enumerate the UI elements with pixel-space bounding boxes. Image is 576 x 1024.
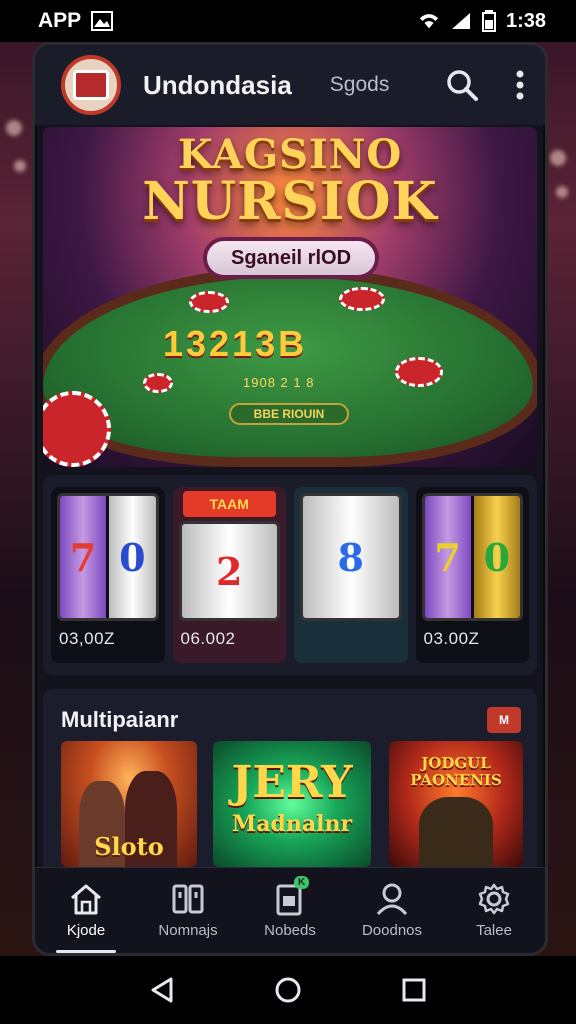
- game-card[interactable]: JERY Madnalnr: [213, 741, 371, 867]
- slot-card[interactable]: 8: [294, 487, 408, 663]
- reel-symbol: 0: [109, 496, 156, 618]
- slot-reels: 2: [178, 521, 280, 621]
- game-card[interactable]: JODGUL PAONENIS: [389, 741, 523, 867]
- slot-reels: 7 0: [421, 493, 523, 621]
- section-badge[interactable]: M: [487, 707, 521, 733]
- profile-icon: [376, 883, 408, 916]
- bokeh-light: [550, 150, 566, 166]
- active-indicator: [56, 950, 116, 953]
- hero-banner[interactable]: KAGSINO NURSIOK Sganeil rlOD 13213B 1908…: [43, 127, 537, 467]
- more-options-icon[interactable]: [515, 69, 525, 101]
- game-card[interactable]: Sloto: [61, 741, 197, 867]
- notification-badge: K: [294, 876, 310, 889]
- bokeh-light: [556, 186, 568, 198]
- slot-reels: 7 0: [57, 493, 159, 621]
- reel-symbol: 0: [473, 496, 520, 618]
- image-icon: [91, 11, 114, 31]
- back-icon[interactable]: [149, 976, 175, 1004]
- phone-frame: Undondasia Sgods KAGSINO NURSIOK Sganeil…: [32, 42, 548, 956]
- chip-icon: [395, 357, 443, 387]
- settings-icon: [478, 883, 510, 915]
- game-subtitle: Madnalnr: [231, 811, 353, 837]
- nav-item-settings[interactable]: Talee: [446, 882, 542, 939]
- chip-icon: [339, 287, 385, 311]
- slot-title: TAAM: [182, 491, 276, 517]
- status-left: APP: [38, 9, 114, 33]
- slot-card[interactable]: 7 0 03.00Z: [415, 487, 529, 663]
- nav-label: Nobeds: [264, 922, 316, 939]
- nav-label: Nomnajs: [158, 922, 218, 939]
- nav-label: Talee: [476, 922, 512, 939]
- nav-label: Doodnos: [361, 922, 423, 939]
- system-navigation-bar: [0, 956, 576, 1024]
- slot-games-row: 7 0 03,00Z TAAM 2 06.002 8 7 0 03.00Z: [43, 475, 537, 675]
- search-icon[interactable]: [445, 68, 479, 102]
- app-header: Undondasia Sgods: [35, 45, 545, 125]
- nav-item-profile[interactable]: Doodnos: [344, 882, 440, 939]
- nav-label: Kjode: [66, 922, 106, 939]
- banner-cta-button[interactable]: Sganeil rlOD: [203, 237, 379, 279]
- wifi-icon: [419, 14, 439, 29]
- reel-symbol: 7: [60, 496, 107, 618]
- home-icon: [71, 884, 101, 915]
- slot-card[interactable]: TAAM 2 06.002: [172, 487, 286, 663]
- header-actions: [445, 68, 525, 102]
- slot-value: 03.00Z: [423, 629, 480, 648]
- nav-item-games[interactable]: Nomnajs: [140, 882, 236, 939]
- bokeh-light: [6, 120, 22, 136]
- home-button-icon[interactable]: [274, 976, 302, 1004]
- character-figure: [419, 797, 493, 867]
- multiplayer-section: Multipaianr M Sloto JERY Madnalnr JODGUL…: [43, 689, 537, 879]
- game-title: Sloto: [94, 832, 164, 861]
- game-title: JODGUL PAONENIS: [410, 754, 502, 789]
- cards-icon: [172, 884, 204, 914]
- reel-symbol: 8: [303, 496, 399, 618]
- slot-value: 06.002: [180, 629, 236, 648]
- app-label: APP: [38, 9, 82, 32]
- chip-icon: [43, 391, 111, 467]
- status-bar: APP 1:38: [0, 0, 576, 42]
- status-right: 1:38: [418, 10, 546, 33]
- table-numbers: 13213B: [163, 323, 308, 364]
- slot-reels: 8: [300, 493, 402, 621]
- slot-value: 03,00Z: [59, 629, 115, 648]
- signal-icon: [451, 13, 470, 29]
- clock: 1:38: [505, 9, 546, 32]
- section-title: Multipaianr: [61, 707, 179, 732]
- bottom-navigation: Kjode Nomnajs K Nobeds Doodnos Talee: [35, 867, 545, 953]
- reel-symbol: 7: [424, 496, 471, 618]
- app-title: Undondasia: [143, 69, 292, 100]
- header-link[interactable]: Sgods: [330, 73, 390, 97]
- poker-table: [43, 267, 537, 467]
- nav-item-home[interactable]: Kjode: [38, 882, 134, 953]
- table-small-numbers: 1908 2 1 8: [243, 375, 315, 390]
- bokeh-light: [14, 160, 26, 172]
- banner-title-line2: NURSIOK: [142, 171, 438, 232]
- battery-icon: [481, 10, 496, 32]
- chip-icon: [143, 373, 173, 393]
- table-button[interactable]: BBE RIOUIN: [229, 403, 349, 425]
- game-title: JERY: [231, 757, 353, 808]
- app-logo[interactable]: [61, 55, 121, 115]
- recents-icon[interactable]: [401, 977, 427, 1003]
- reel-symbol: 2: [181, 524, 277, 618]
- logo-mark: [73, 70, 109, 100]
- slot-card[interactable]: 7 0 03,00Z: [51, 487, 165, 663]
- screen: APP 1:38 Undondasia Sgods KAGSINO NURSIO…: [0, 0, 576, 1024]
- nav-item-wallet[interactable]: K Nobeds: [242, 876, 338, 939]
- chip-icon: [189, 291, 229, 313]
